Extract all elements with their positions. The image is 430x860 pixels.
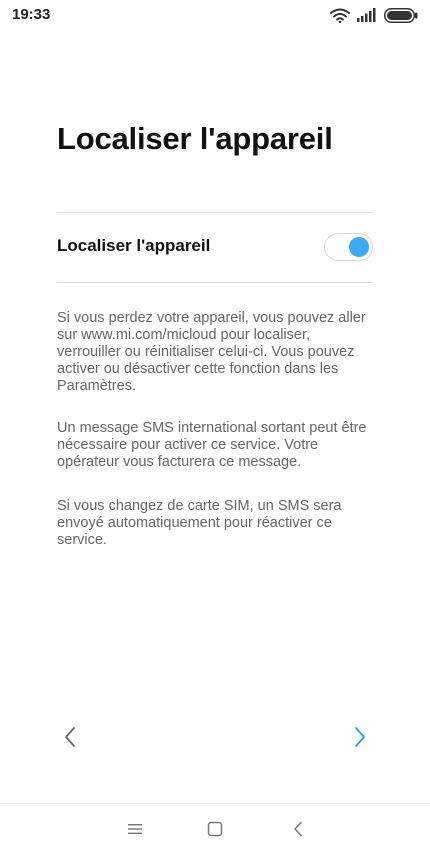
previous-button[interactable] <box>57 726 83 752</box>
description-paragraph: Un message SMS international sortant peu… <box>57 420 367 470</box>
back-button[interactable] <box>286 820 310 842</box>
find-device-toggle[interactable] <box>324 233 373 261</box>
chevron-right-icon <box>353 726 367 753</box>
menu-icon <box>127 822 143 841</box>
home-icon <box>207 821 223 842</box>
home-button[interactable] <box>203 820 227 842</box>
status-bar: 19:33 <box>0 0 430 30</box>
setting-label: Localiser l'appareil <box>57 236 211 255</box>
page-title: Localiser l'appareil <box>57 121 333 156</box>
toggle-knob <box>349 237 369 257</box>
chevron-left-icon <box>63 726 77 753</box>
battery-icon <box>384 7 418 23</box>
next-button[interactable] <box>347 726 373 752</box>
status-icons <box>330 5 418 25</box>
status-time: 19:33 <box>12 6 51 23</box>
divider <box>57 212 373 213</box>
description-paragraph: Si vous changez de carte SIM, un SMS ser… <box>57 498 342 548</box>
back-icon <box>292 821 304 842</box>
description-paragraph: Si vous perdez votre appareil, vous pouv… <box>57 310 366 394</box>
wifi-icon <box>330 8 350 23</box>
divider <box>57 282 373 283</box>
signal-icon <box>357 8 377 22</box>
nav-bar-divider <box>0 803 430 804</box>
recent-apps-button[interactable] <box>123 820 147 842</box>
